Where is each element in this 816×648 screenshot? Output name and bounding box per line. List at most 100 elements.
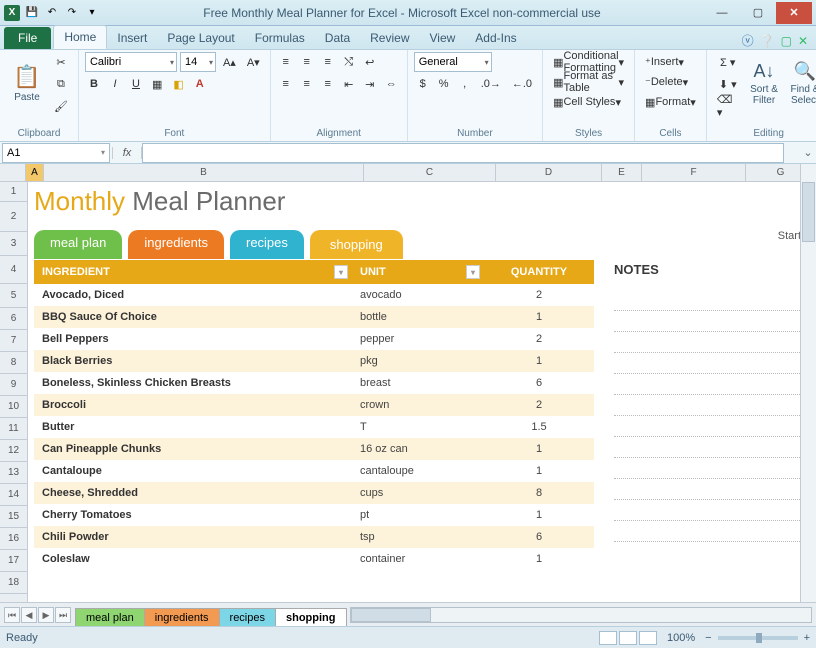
filter-icon[interactable]: ▾ [466,265,480,279]
close-button[interactable]: ✕ [776,2,812,24]
percent-icon[interactable]: % [435,74,453,94]
col-header-e[interactable]: E [602,164,642,181]
italic-button[interactable]: I [106,74,124,94]
doc-tab-recipes[interactable]: recipes [230,230,304,259]
col-unit[interactable]: UNIT [360,266,386,278]
sheet-content[interactable]: Monthly Meal Planner Start D meal plan i… [28,182,816,602]
qat-dropdown-icon[interactable]: ▾ [84,5,100,21]
row-header[interactable]: 17 [0,550,27,572]
find-select-button[interactable]: 🔍Find & Select [785,52,816,114]
undo-icon[interactable]: ↶ [44,5,60,21]
row-header[interactable]: 9 [0,374,27,396]
table-row[interactable]: Cherry Tomatoespt1 [34,504,594,526]
decrease-indent-icon[interactable]: ⇤ [340,74,358,94]
fill-color-icon[interactable]: ◧ [169,74,187,94]
row-header[interactable]: 12 [0,440,27,462]
wrap-text-icon[interactable]: ↩ [361,52,379,72]
cell-styles-button[interactable]: ▦ Cell Styles ▾ [549,92,625,112]
table-row[interactable]: Avocado, Dicedavocado2 [34,284,594,306]
table-row[interactable]: Cantaloupecantaloupe1 [34,460,594,482]
table-row[interactable]: Boneless, Skinless Chicken Breastsbreast… [34,372,594,394]
restore-window-icon[interactable]: ▢ [781,34,792,48]
cut-icon[interactable]: ✂ [50,52,72,72]
row-header[interactable]: 15 [0,506,27,528]
row-header[interactable]: 4 [0,256,27,284]
col-ingredient[interactable]: INGREDIENT [42,266,110,278]
zoom-level[interactable]: 100% [667,632,695,644]
increase-indent-icon[interactable]: ⇥ [361,74,379,94]
decrease-decimal-icon[interactable]: ←.0 [508,74,536,94]
align-right-icon[interactable]: ≡ [319,74,337,94]
formula-input[interactable] [142,143,784,163]
doc-tab-meal-plan[interactable]: meal plan [34,230,122,259]
formula-expand-icon[interactable]: ⌄ [800,146,816,159]
insert-cells-button[interactable]: ⁺ Insert ▾ [641,52,688,72]
font-size-combo[interactable]: 14 [180,52,216,72]
excel-app-icon[interactable]: X [4,5,20,21]
tab-home[interactable]: Home [53,25,107,49]
conditional-formatting-button[interactable]: ▦ Conditional Formatting ▾ [549,52,628,72]
row-header[interactable]: 18 [0,572,27,594]
tab-add-ins[interactable]: Add-Ins [465,27,526,49]
sheet-nav-last-icon[interactable]: ⏭ [55,607,71,623]
doc-tab-ingredients[interactable]: ingredients [128,230,224,259]
tab-review[interactable]: Review [360,27,419,49]
sheet-nav-first-icon[interactable]: ⏮ [4,607,20,623]
fx-icon[interactable]: fx [112,147,142,159]
horizontal-scrollbar[interactable] [350,607,813,623]
align-center-icon[interactable]: ≡ [298,74,316,94]
table-row[interactable]: Broccolicrown2 [34,394,594,416]
align-middle-icon[interactable]: ≡ [298,52,316,72]
font-name-combo[interactable]: Calibri [85,52,177,72]
doc-tab-shopping[interactable]: shopping [310,230,403,259]
zoom-slider[interactable] [718,636,798,640]
col-header-b[interactable]: B [44,164,364,181]
format-cells-button[interactable]: ▦ Format ▾ [641,92,700,112]
minimize-button[interactable]: — [704,2,740,24]
sheet-tab-meal-plan[interactable]: meal plan [75,608,145,627]
view-page-layout-icon[interactable] [619,631,637,645]
align-top-icon[interactable]: ≡ [277,52,295,72]
table-row[interactable]: Coleslawcontainer1 [34,548,594,570]
underline-button[interactable]: U [127,74,145,94]
minimize-ribbon-icon[interactable]: ⓥ [742,32,754,49]
tab-formulas[interactable]: Formulas [245,27,315,49]
bold-button[interactable]: B [85,74,103,94]
decrease-font-icon[interactable]: A▾ [243,52,264,72]
number-format-combo[interactable]: General [414,52,492,72]
row-header[interactable]: 16 [0,528,27,550]
view-page-break-icon[interactable] [639,631,657,645]
save-icon[interactable]: 💾 [24,5,40,21]
col-header-d[interactable]: D [496,164,602,181]
row-header[interactable]: 11 [0,418,27,440]
row-header[interactable]: 1 [0,182,27,202]
increase-font-icon[interactable]: A▴ [219,52,240,72]
row-header[interactable]: 8 [0,352,27,374]
tab-page-layout[interactable]: Page Layout [157,27,244,49]
row-header[interactable]: 6 [0,308,27,330]
format-painter-icon[interactable]: 🖌 [50,96,72,116]
table-row[interactable]: Black Berriespkg1 [34,350,594,372]
tab-view[interactable]: View [420,27,466,49]
align-bottom-icon[interactable]: ≡ [319,52,337,72]
comma-icon[interactable]: , [456,74,474,94]
table-row[interactable]: BBQ Sauce Of Choicebottle1 [34,306,594,328]
row-header[interactable]: 13 [0,462,27,484]
filter-icon[interactable]: ▾ [334,265,348,279]
view-normal-icon[interactable] [599,631,617,645]
fill-icon[interactable]: ⬇ ▾ [713,74,743,94]
orientation-icon[interactable]: ⤭ [340,52,358,72]
format-as-table-button[interactable]: ▦ Format as Table ▾ [549,72,628,92]
sheet-tab-ingredients[interactable]: ingredients [144,608,220,627]
row-header[interactable]: 7 [0,330,27,352]
paste-button[interactable]: 📋Paste [6,52,48,114]
align-left-icon[interactable]: ≡ [277,74,295,94]
col-header-c[interactable]: C [364,164,496,181]
font-color-icon[interactable]: A [191,74,209,94]
row-header[interactable]: 10 [0,396,27,418]
vertical-scrollbar[interactable] [800,164,816,602]
copy-icon[interactable]: ⧉ [50,74,72,94]
border-icon[interactable]: ▦ [148,74,166,94]
col-header-f[interactable]: F [642,164,746,181]
row-header[interactable]: 3 [0,232,27,256]
